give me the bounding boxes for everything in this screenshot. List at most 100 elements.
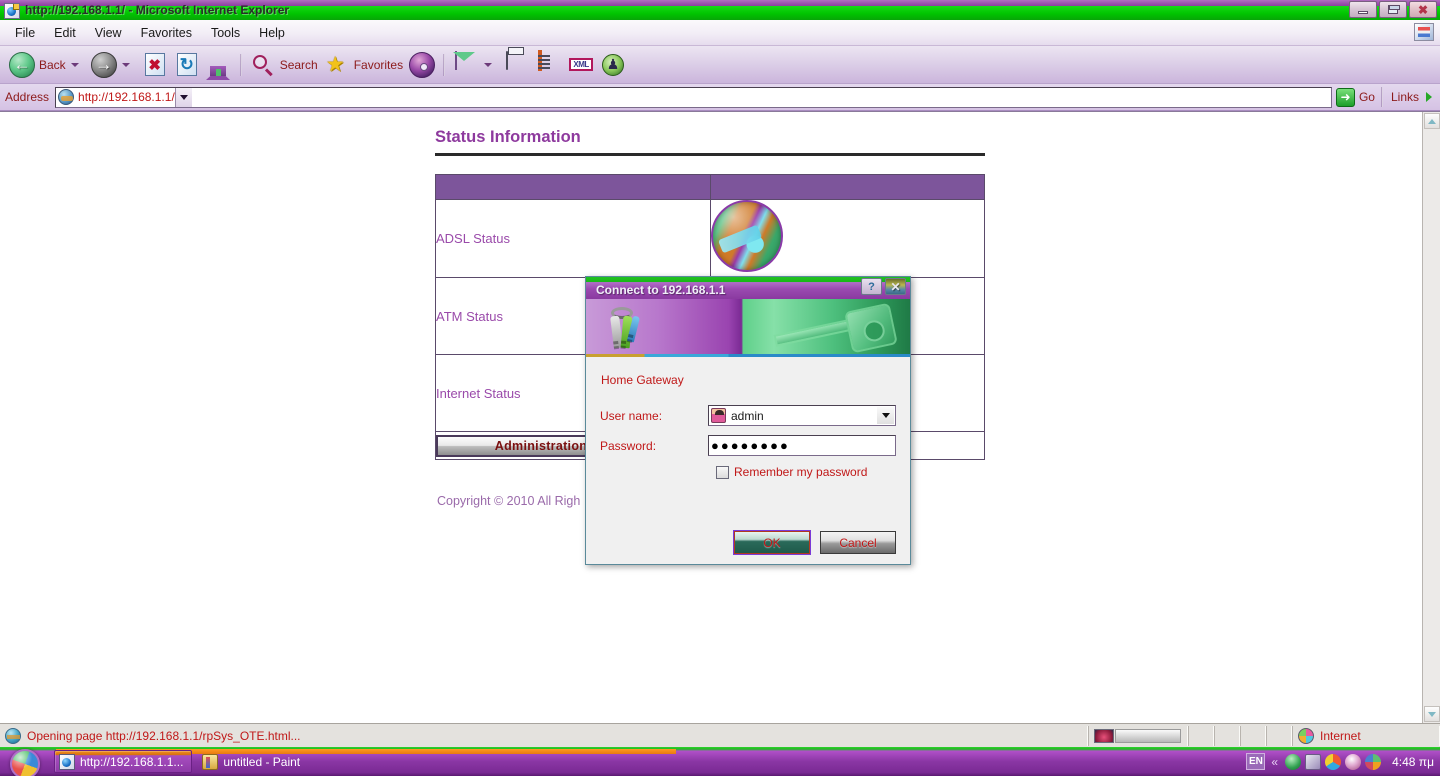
- username-dropdown-icon[interactable]: [877, 407, 894, 424]
- window-controls: ✖: [1349, 1, 1437, 18]
- address-value: http://192.168.1.1/: [78, 90, 175, 104]
- window-title: http://192.168.1.1/ - Microsoft Internet…: [25, 3, 290, 17]
- menu-bar: File Edit View Favorites Tools Help: [0, 20, 1440, 46]
- tray-icon-5[interactable]: [1365, 753, 1382, 770]
- ok-label: OK: [763, 535, 781, 550]
- forward-icon: [90, 51, 117, 78]
- close-button[interactable]: ✖: [1409, 1, 1437, 18]
- messenger-icon: [602, 53, 625, 76]
- menu-item-file[interactable]: File: [6, 23, 44, 43]
- status-pane-4: [1266, 725, 1292, 746]
- address-dropdown-icon[interactable]: [174, 87, 192, 107]
- menu-item-help[interactable]: Help: [250, 23, 294, 43]
- scroll-up-button[interactable]: [1424, 113, 1440, 129]
- close-icon: ✕: [890, 279, 901, 294]
- menu-item-view[interactable]: View: [86, 23, 131, 43]
- loading-globe-icon: [5, 727, 21, 744]
- username-value: admin: [731, 408, 764, 423]
- menu-item-edit[interactable]: Edit: [45, 23, 85, 43]
- start-button[interactable]: [4, 748, 48, 776]
- links-chevron-icon[interactable]: [1426, 92, 1432, 102]
- cancel-button[interactable]: Cancel: [820, 531, 896, 554]
- remember-password-row[interactable]: Remember my password: [716, 465, 896, 479]
- home-button[interactable]: [203, 49, 235, 81]
- large-key-graphic-icon: [768, 299, 898, 357]
- security-zone-pane[interactable]: Internet: [1292, 725, 1440, 746]
- edit-icon: [536, 49, 562, 78]
- progress-bar: [1115, 728, 1181, 743]
- paint-icon: [202, 753, 219, 770]
- mail-icon: [453, 50, 479, 78]
- clock[interactable]: 4:48 πμ: [1392, 755, 1434, 769]
- xml-button[interactable]: XML: [565, 49, 597, 81]
- remember-password-checkbox[interactable]: [716, 465, 729, 479]
- tray-icon-1[interactable]: [1285, 753, 1302, 770]
- mail-button[interactable]: [450, 49, 501, 81]
- favorites-button[interactable]: ★ Favorites: [321, 49, 406, 81]
- security-zone-label: Internet: [1320, 728, 1361, 743]
- language-indicator[interactable]: EN: [1246, 753, 1266, 770]
- address-input[interactable]: http://192.168.1.1/: [55, 86, 1332, 108]
- media-button[interactable]: [406, 49, 438, 81]
- tray-icon-3[interactable]: [1325, 753, 1342, 770]
- chevron-down-icon: [1428, 711, 1436, 717]
- mail-dropdown-icon[interactable]: [484, 62, 493, 67]
- menu-item-tools[interactable]: Tools: [202, 23, 249, 43]
- taskbar-item-label: untitled - Paint: [223, 754, 301, 769]
- search-button[interactable]: Search: [247, 49, 321, 81]
- minimize-button[interactable]: [1349, 1, 1377, 18]
- taskbar-item-paint[interactable]: untitled - Paint: [198, 750, 308, 773]
- windows-flag-icon: [1414, 23, 1434, 41]
- username-label: User name:: [600, 408, 663, 423]
- back-button[interactable]: Back: [6, 49, 88, 81]
- password-input[interactable]: ●●●●●●●●: [708, 435, 896, 456]
- messenger-button[interactable]: [597, 49, 629, 81]
- forward-dropdown-icon[interactable]: [121, 62, 130, 67]
- scroll-down-button[interactable]: [1424, 706, 1440, 722]
- toolbar-separator-1: [239, 53, 242, 76]
- favorites-label: Favorites: [353, 57, 404, 72]
- table-row: ADSL Status: [435, 199, 985, 278]
- copyright-text: Copyright © 2010 All Righ: [437, 494, 581, 508]
- go-arrow-icon: [1335, 87, 1355, 107]
- dialog-actions: OK Cancel: [734, 531, 896, 554]
- menu-item-favorites[interactable]: Favorites: [132, 23, 201, 43]
- vertical-scrollbar[interactable]: [1422, 112, 1440, 723]
- go-button[interactable]: Go: [1334, 87, 1381, 107]
- edit-button[interactable]: [533, 49, 565, 81]
- dialog-close-button[interactable]: ✕: [885, 278, 906, 295]
- table-header-cell-right: [709, 174, 985, 200]
- refresh-button[interactable]: [171, 49, 203, 81]
- xml-icon: XML: [569, 58, 594, 71]
- search-icon: [250, 52, 276, 78]
- browser-toolbar: Back Search ★ Favorites: [0, 46, 1440, 84]
- restore-icon: [1388, 5, 1398, 14]
- search-label: Search: [279, 57, 318, 72]
- table-header-row: [435, 174, 985, 200]
- tray-icon-2[interactable]: [1305, 753, 1322, 770]
- password-value: ●●●●●●●●: [711, 437, 790, 453]
- back-dropdown-icon[interactable]: [70, 62, 79, 67]
- print-button[interactable]: [501, 49, 533, 81]
- status-message: Opening page http://192.168.1.1/rpSys_OT…: [27, 728, 301, 743]
- links-bar[interactable]: Links: [1383, 90, 1440, 104]
- home-icon: [205, 51, 232, 80]
- chevron-up-icon: [1428, 118, 1436, 124]
- ie-document-icon: [4, 2, 20, 19]
- system-tray: EN « 4:48 πμ: [1246, 747, 1440, 776]
- restore-button[interactable]: [1379, 1, 1407, 18]
- toolbar-separator-2: [443, 53, 446, 76]
- ok-button[interactable]: OK: [734, 531, 810, 554]
- forward-button[interactable]: [88, 49, 139, 81]
- progress-pane: [1088, 725, 1188, 746]
- tray-expand-chevron-icon[interactable]: «: [1271, 755, 1278, 769]
- username-input[interactable]: admin: [708, 405, 896, 426]
- dialog-help-button[interactable]: ?: [861, 278, 882, 295]
- stop-button[interactable]: [139, 49, 171, 81]
- print-icon: [504, 50, 530, 78]
- tray-icon-4[interactable]: [1345, 753, 1362, 770]
- page-title: Status Information: [435, 128, 581, 146]
- stop-icon: [144, 53, 165, 76]
- taskbar-item-internet-explorer[interactable]: http://192.168.1.1...: [54, 750, 193, 773]
- page-favicon-icon: [58, 89, 75, 105]
